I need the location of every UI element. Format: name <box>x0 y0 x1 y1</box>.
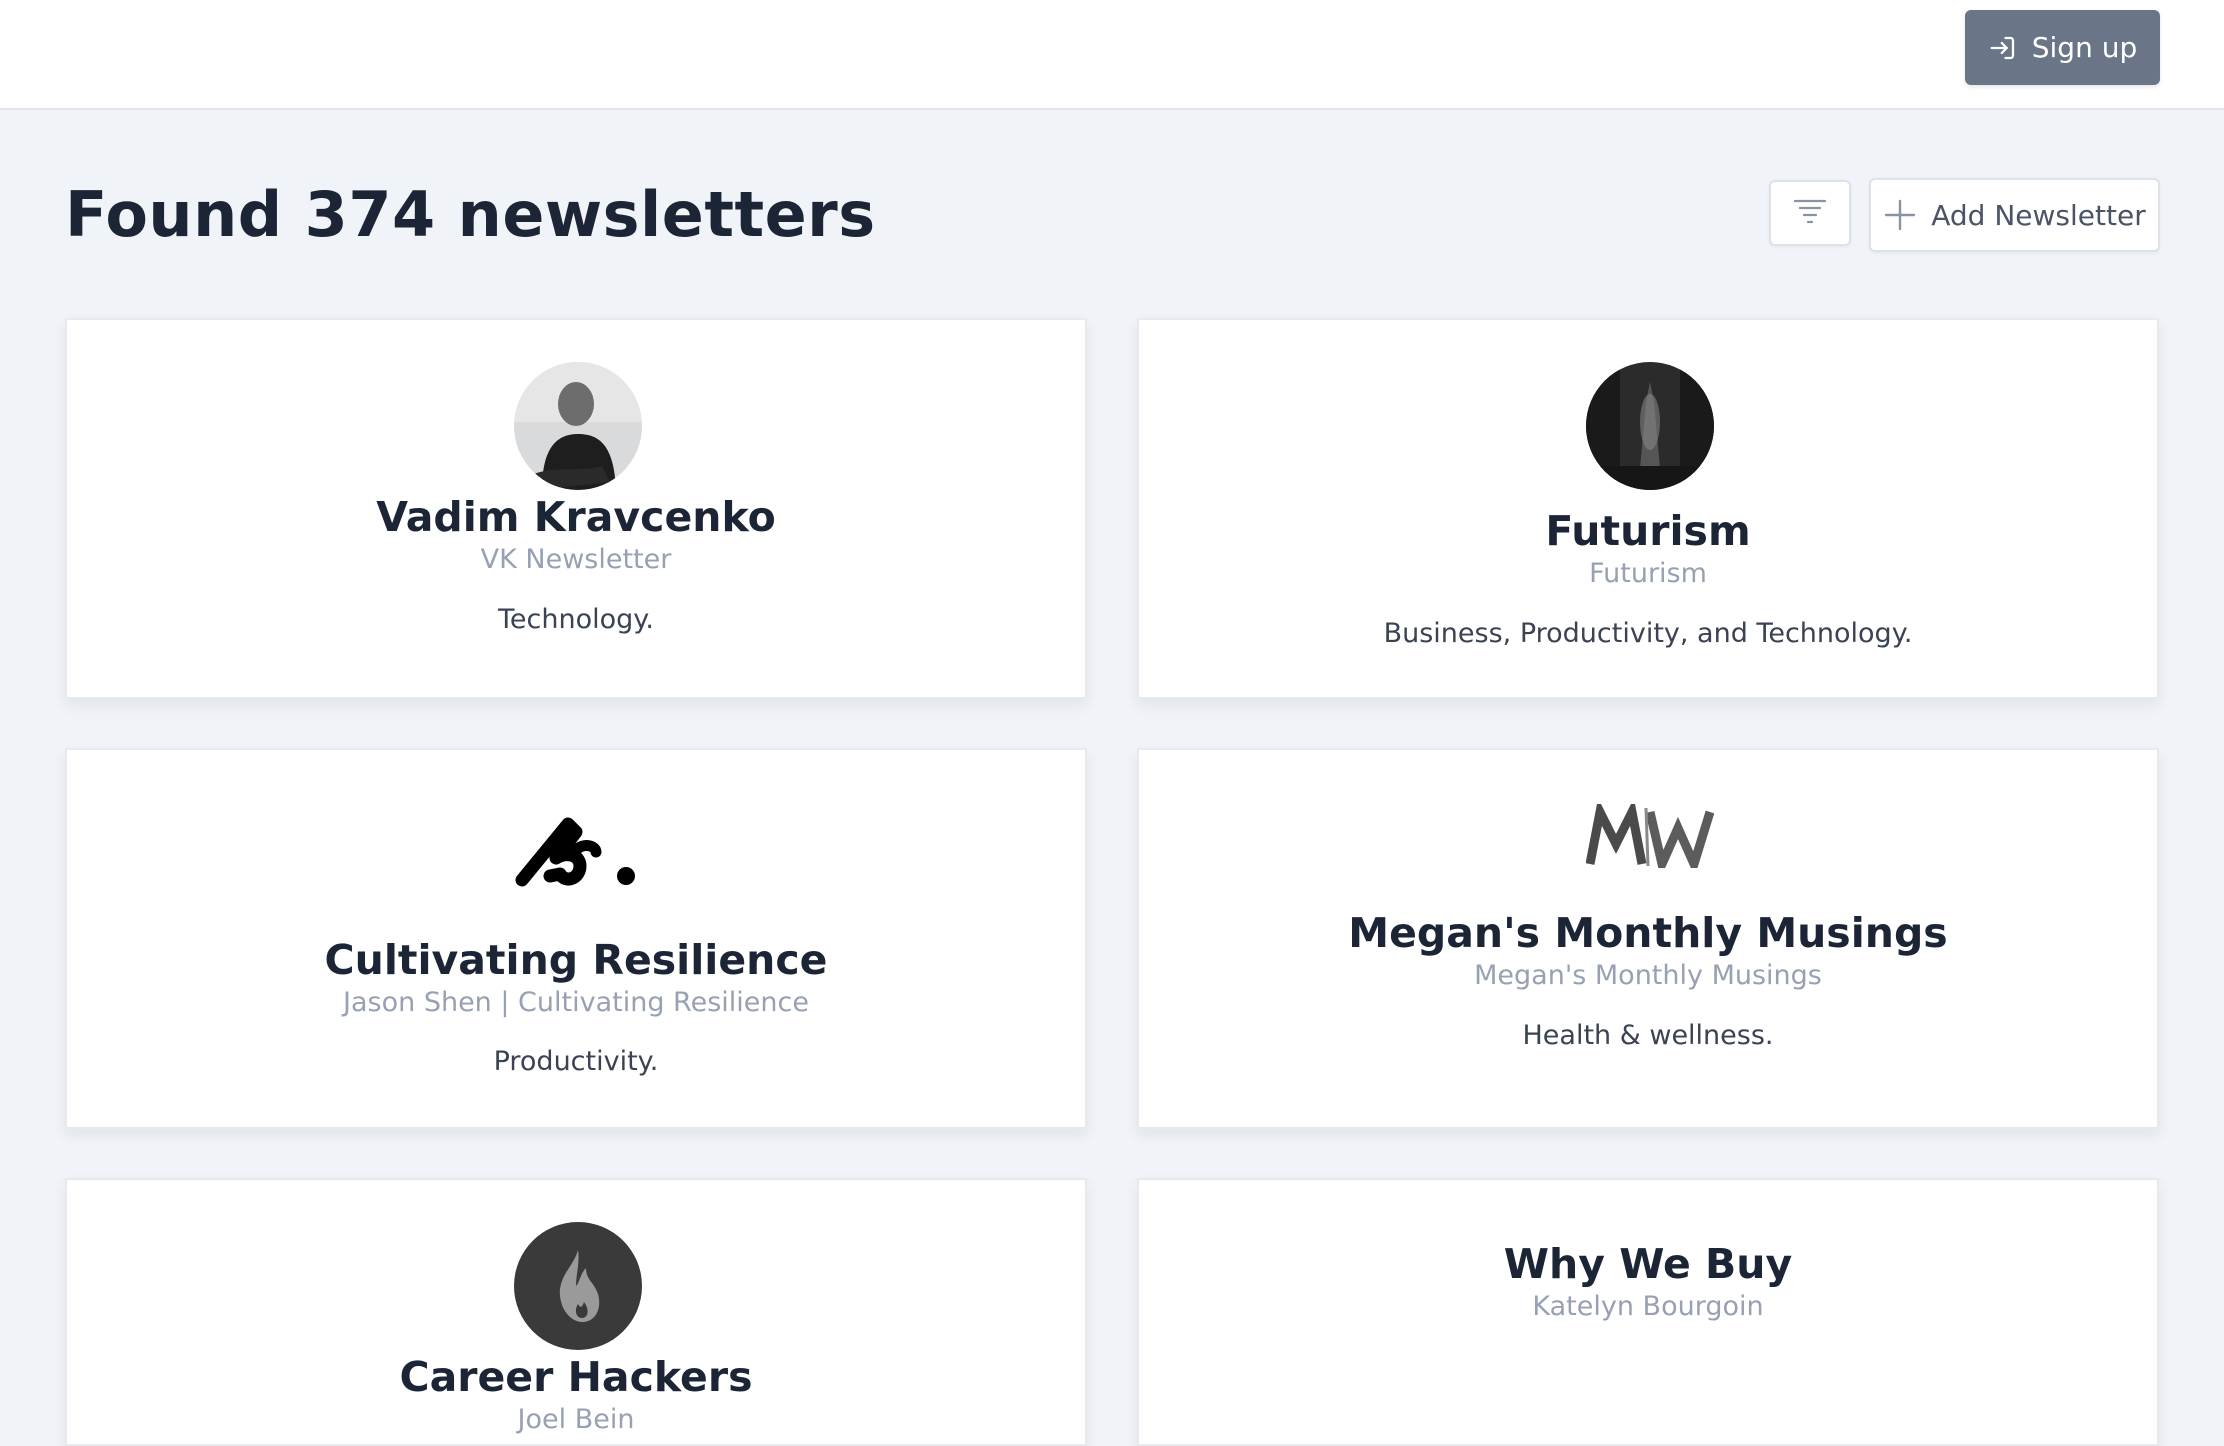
filter-icon <box>1793 196 1827 230</box>
newsletter-author: VK Newsletter <box>480 544 672 575</box>
avatar <box>514 362 642 490</box>
newsletter-name: Cultivating Resilience <box>324 936 828 984</box>
newsletter-author: Futurism <box>1589 558 1707 589</box>
sign-up-button[interactable]: Sign up <box>1965 10 2160 85</box>
top-bar: Sign up <box>0 0 2224 110</box>
newsletter-name: Megan's Monthly Musings <box>1348 909 1948 957</box>
avatar <box>514 1222 642 1350</box>
add-newsletter-button[interactable]: Add Newsletter <box>1869 178 2160 252</box>
newsletter-categories: Business, Productivity, and Technology. <box>1383 618 1913 649</box>
newsletter-name: Career Hackers <box>399 1353 753 1401</box>
newsletter-author: Jason Shen | Cultivating Resilience <box>343 987 809 1018</box>
newsletter-name: Vadim Kravcenko <box>376 493 776 541</box>
newsletter-card[interactable]: Futurism Futurism Business, Productivity… <box>1137 318 2159 699</box>
plus-icon <box>1883 198 1917 232</box>
add-newsletter-label: Add Newsletter <box>1931 198 2146 232</box>
page-title: Found 374 newsletters <box>65 178 876 251</box>
newsletter-categories: Technology. <box>498 604 654 635</box>
newsletter-card[interactable]: Megan's Monthly Musings Megan's Monthly … <box>1137 748 2159 1129</box>
newsletter-author: Katelyn Bourgoin <box>1532 1291 1764 1322</box>
newsletter-author: Joel Bein <box>517 1404 635 1435</box>
newsletter-card[interactable]: Why We Buy Katelyn Bourgoin <box>1137 1178 2159 1446</box>
newsletter-categories: Health & wellness. <box>1522 1020 1774 1051</box>
newsletter-categories: Productivity. <box>493 1046 659 1077</box>
newsletter-name: Why We Buy <box>1503 1240 1793 1288</box>
avatar <box>1586 362 1714 490</box>
newsletter-author: Megan's Monthly Musings <box>1474 960 1822 991</box>
newsletter-card[interactable]: Vadim Kravcenko VK Newsletter Technology… <box>65 318 1087 699</box>
newsletter-name: Futurism <box>1545 507 1751 555</box>
sign-in-icon <box>1988 33 2018 63</box>
logo <box>514 802 642 930</box>
sign-up-label: Sign up <box>2031 31 2138 64</box>
newsletter-card[interactable]: Career Hackers Joel Bein <box>65 1178 1087 1446</box>
filter-button[interactable] <box>1769 180 1851 246</box>
newsletter-card[interactable]: Cultivating Resilience Jason Shen | Cult… <box>65 748 1087 1129</box>
